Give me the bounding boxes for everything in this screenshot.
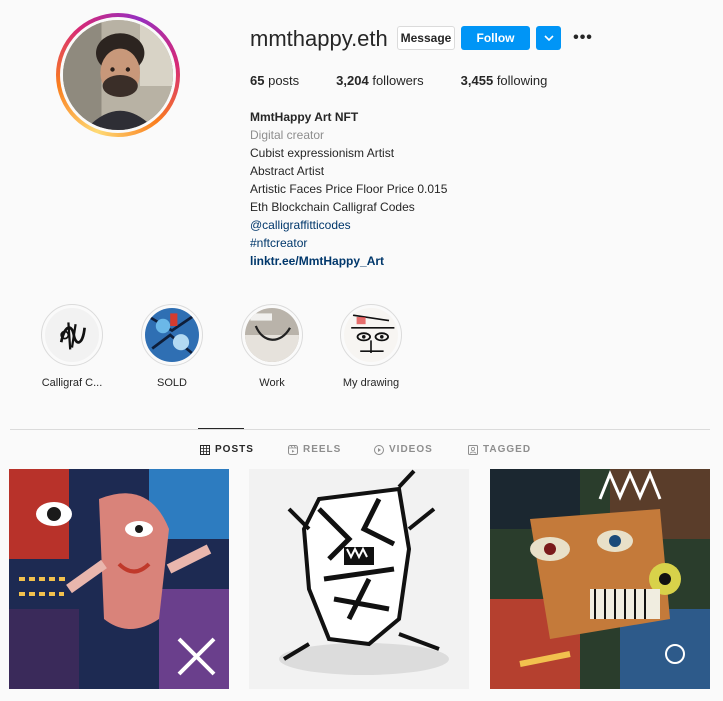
post-thumbnail[interactable] (249, 469, 469, 689)
post-image (249, 469, 469, 689)
followers-count: 3,204 (336, 73, 369, 88)
following-stat[interactable]: 3,455 following (461, 73, 548, 88)
profile-stats: 65 posts 3,204 followers 3,455 following (250, 73, 584, 88)
post-image (490, 469, 710, 689)
message-button[interactable]: Message (397, 26, 455, 50)
bio-line: Cubist expressionism Artist (250, 146, 395, 160)
suggested-accounts-button[interactable] (536, 26, 561, 50)
highlight-label: Work (259, 377, 285, 389)
bio-hashtag-link[interactable]: #nftcreator (250, 234, 447, 252)
tagged-icon (468, 444, 478, 455)
highlight-label: My drawing (342, 377, 400, 389)
bio-website-link[interactable]: linktr.ee/MmtHappy_Art (250, 252, 447, 270)
more-icon: ••• (573, 29, 593, 46)
highlight-cover (344, 308, 398, 362)
follow-button[interactable]: Follow (461, 26, 530, 50)
tab-tagged[interactable]: TAGGED (468, 444, 531, 455)
avatar-image (63, 20, 173, 130)
post-image (9, 469, 229, 689)
highlight-cover (245, 308, 299, 362)
posts-label: posts (268, 73, 300, 88)
post-thumbnail[interactable] (490, 469, 710, 689)
bio-line: Artistic Faces Price Floor Price 0.015 (250, 182, 448, 196)
tab-reels[interactable]: REELS (288, 444, 341, 455)
tab-label: REELS (303, 444, 342, 455)
following-count: 3,455 (460, 73, 494, 88)
tab-label: POSTS (215, 444, 254, 455)
video-icon (374, 444, 384, 455)
highlight-cover (145, 308, 199, 362)
post-thumbnail[interactable] (9, 469, 229, 689)
highlight-label: SOLD (157, 377, 187, 389)
chevron-down-icon (543, 35, 554, 41)
following-label: following (496, 73, 548, 88)
highlight-cover (45, 308, 99, 362)
tab-label: TAGGED (483, 444, 532, 455)
highlight-label: Calligraf C... (41, 377, 103, 389)
more-options-button[interactable]: ••• (572, 26, 594, 50)
highlight-calligraf[interactable]: Calligraf C... (36, 304, 108, 389)
profile-avatar[interactable] (56, 13, 180, 137)
tab-videos[interactable]: VIDEOS (374, 444, 433, 455)
reels-icon (288, 444, 298, 455)
profile-bio: MmtHappy Art NFT Digital creator Cubist … (250, 108, 447, 270)
highlight-work[interactable]: Work (236, 304, 308, 389)
followers-label: followers (372, 73, 424, 88)
tab-label: VIDEOS (389, 444, 433, 455)
bio-line: Abstract Artist (250, 164, 325, 178)
followers-stat[interactable]: 3,204 followers (336, 73, 423, 88)
tabs-divider (10, 429, 710, 430)
active-tab-indicator (198, 428, 244, 429)
profile-category: Digital creator (250, 128, 325, 142)
avatar-photo (63, 20, 173, 130)
tab-posts[interactable]: POSTS (200, 444, 254, 455)
bio-mention-link[interactable]: @calligraffitticodes (250, 216, 447, 234)
posts-stat: 65 posts (250, 73, 299, 88)
highlight-my-drawing[interactable]: My drawing (335, 304, 407, 389)
highlight-sold[interactable]: SOLD (136, 304, 208, 389)
profile-name: MmtHappy Art NFT (250, 110, 359, 124)
profile-username: mmthappy.eth (250, 26, 388, 51)
bio-line: Eth Blockchain Calligraf Codes (250, 200, 415, 214)
posts-count: 65 (250, 73, 265, 88)
grid-icon (200, 444, 210, 455)
